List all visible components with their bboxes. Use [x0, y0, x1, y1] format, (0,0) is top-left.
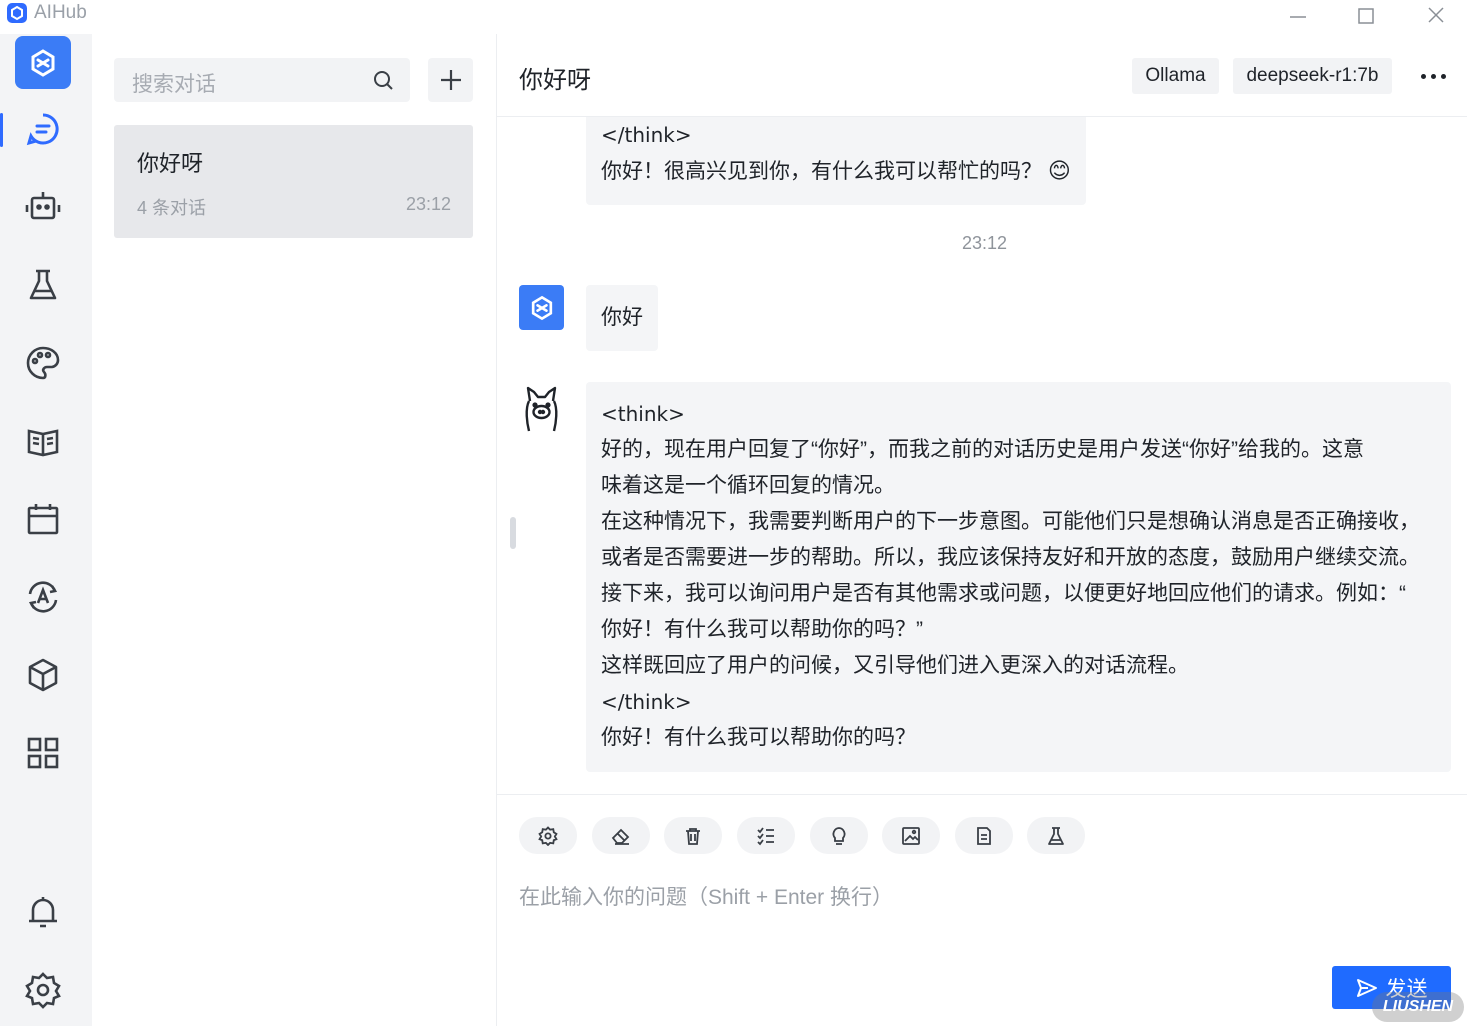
smile-emoji-icon: 😊 — [1047, 158, 1071, 183]
calendar-icon[interactable] — [16, 492, 70, 546]
close-button[interactable] — [1401, 0, 1467, 30]
assistant-message-bubble: </think> 你好！很高兴见到你，有什么我可以帮忙的吗？ 😊 — [586, 117, 1086, 205]
search-input[interactable]: 搜索对话 — [114, 58, 410, 102]
watermark: LIUSHEN — [1372, 992, 1464, 1022]
app-title: AIHub — [34, 2, 87, 23]
robot-icon[interactable] — [16, 180, 70, 234]
conversation-item[interactable]: 你好呀 4 条对话 23:12 — [114, 125, 473, 238]
message-line: <think> — [601, 402, 685, 426]
provider-tag[interactable]: Ollama — [1132, 58, 1219, 94]
message-line: 这样既回应了用户的问候，又引导他们进入更深入的对话流程。 — [601, 654, 1189, 677]
palette-icon[interactable] — [16, 336, 70, 390]
more-options-icon[interactable] — [1415, 64, 1451, 88]
trash-icon[interactable] — [664, 817, 722, 854]
chat-header: 你好呀 Ollama deepseek-r1:7b — [497, 34, 1467, 117]
message-line: 在这种情况下，我需要判断用户的下一步意图。可能他们只是想确认消息是否正确接收， — [601, 510, 1420, 533]
apps-grid-icon[interactable] — [16, 726, 70, 780]
settings-gear-icon[interactable] — [16, 963, 70, 1017]
chat-icon[interactable] — [16, 102, 70, 156]
chat-title: 你好呀 — [519, 67, 591, 94]
message-line: 你好！很高兴见到你，有什么我可以帮忙的吗？ 😊 — [601, 158, 1071, 183]
message-line: 好的，现在用户回复了“你好”，而我之前的对话历史是用户发送“你好”给我的。这意 — [601, 438, 1364, 461]
chat-settings-icon[interactable] — [519, 817, 577, 854]
image-icon[interactable] — [882, 817, 940, 854]
new-conversation-button[interactable] — [428, 58, 473, 102]
conversation-count: 4 条对话 — [137, 198, 207, 218]
conversation-time: 23:12 — [405, 194, 451, 214]
checklist-icon[interactable] — [737, 817, 795, 854]
message-line: 你好 — [601, 306, 643, 329]
home-logo-icon[interactable] — [15, 36, 71, 89]
cube-icon[interactable] — [16, 648, 70, 702]
message-line: 你好！有什么我可以帮助你的吗？” — [601, 618, 923, 641]
active-indicator — [0, 113, 3, 147]
app-logo-icon — [7, 3, 27, 23]
llama-avatar-icon — [519, 383, 564, 433]
book-icon[interactable] — [16, 414, 70, 468]
document-icon[interactable] — [955, 817, 1013, 854]
chat-main: 你好呀 Ollama deepseek-r1:7b </think> 你好！很高… — [497, 34, 1467, 1026]
message-line: 或者是否需要进一步的帮助。所以，我应该保持友好和开放的态度，鼓励用户继续交流。 — [601, 546, 1420, 569]
bell-icon[interactable] — [16, 885, 70, 939]
maximize-button[interactable] — [1331, 0, 1401, 30]
assistant-message-bubble: <think> 好的，现在用户回复了“你好”，而我之前的对话历史是用户发送“你好… — [586, 382, 1451, 772]
resize-handle[interactable] — [510, 517, 516, 549]
message-line: 接下来，我可以询问用户是否有其他需求或问题，以便更好地回应他们的请求。例如：“ — [601, 582, 1406, 605]
message-list: </think> 你好！很高兴见到你，有什么我可以帮忙的吗？ 😊 23:12 你… — [497, 117, 1467, 794]
flask-icon[interactable] — [1027, 817, 1085, 854]
title-bar: AIHub — [0, 0, 1467, 34]
message-line: </think> — [601, 690, 692, 714]
composer: 在此输入你的问题（Shift + Enter 换行） 发送 — [497, 794, 1467, 1026]
search-placeholder: 搜索对话 — [132, 73, 216, 96]
conversation-title: 你好呀 — [137, 151, 204, 176]
minimize-button[interactable] — [1263, 0, 1333, 30]
user-message-bubble: 你好 — [586, 285, 658, 351]
search-icon[interactable] — [372, 69, 394, 91]
nav-rail — [0, 34, 92, 1026]
auto-translate-icon[interactable] — [16, 570, 70, 624]
lightbulb-icon[interactable] — [810, 817, 868, 854]
model-tag[interactable]: deepseek-r1:7b — [1233, 58, 1392, 94]
flask-icon[interactable] — [16, 258, 70, 312]
plus-icon — [440, 70, 461, 90]
message-line: 你好！有什么我可以帮助你的吗？ — [601, 726, 916, 749]
message-line: </think> — [601, 123, 692, 147]
conversation-list-panel: 搜索对话 你好呀 4 条对话 23:12 — [92, 34, 497, 1026]
eraser-icon[interactable] — [592, 817, 650, 854]
send-icon — [1356, 978, 1377, 997]
message-input[interactable]: 在此输入你的问题（Shift + Enter 换行） — [519, 881, 893, 911]
message-line: 味着这是一个循环回复的情况。 — [601, 474, 895, 497]
bot-avatar-icon — [519, 285, 564, 330]
message-timestamp: 23:12 — [962, 233, 1008, 253]
